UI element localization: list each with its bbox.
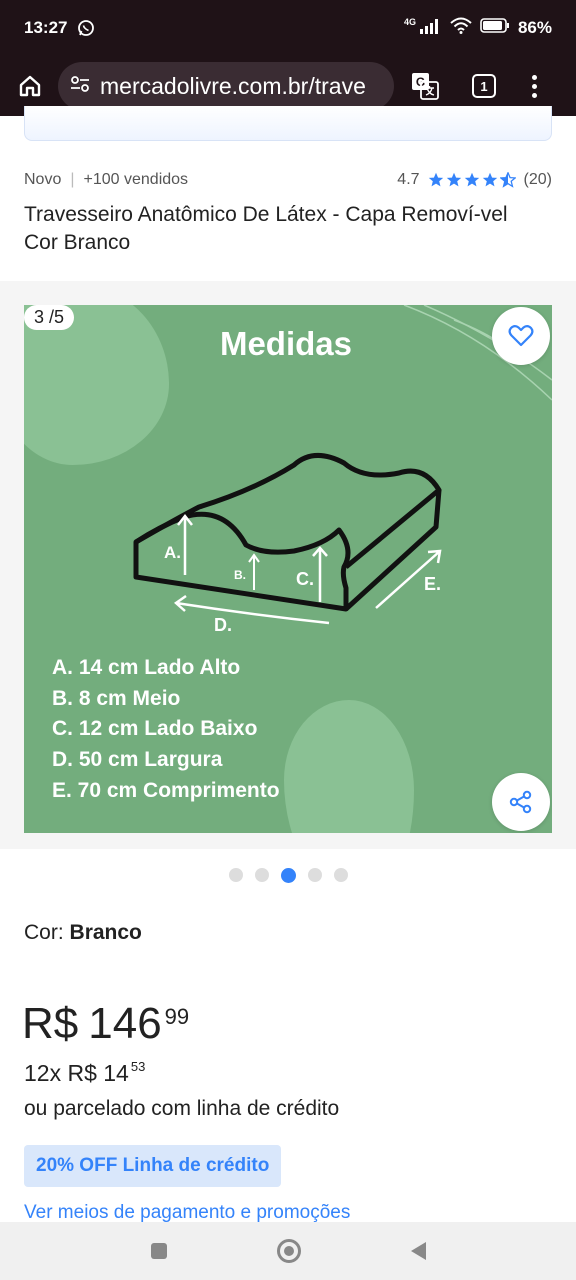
star-icon [464, 172, 479, 187]
pagination-dot[interactable] [333, 868, 348, 882]
label-d: D. [214, 615, 232, 635]
battery-level: 86% [517, 18, 552, 37]
gallery-section: 3 /5 Medidas A. B. C. D. E. A. 14 cm Lad… [0, 281, 576, 849]
product-meta: Novo | +100 vendidos 4.7 (20) [24, 171, 552, 189]
price-cents: 99 [164, 1004, 190, 1029]
measure-item: C. 12 cm Lado Baixo [52, 717, 258, 741]
star-icon [482, 172, 497, 187]
half-star-icon [499, 172, 516, 188]
installment-amount: 12x R$ 14 [24, 1060, 129, 1086]
pagination-dot[interactable] [228, 868, 243, 882]
price: R$ 146 99 [22, 1002, 554, 1050]
favorite-button[interactable] [492, 307, 550, 365]
color-value: Branco [69, 921, 142, 944]
price-amount: 146 [88, 999, 162, 1048]
color-label: Cor: [24, 921, 64, 944]
system-navigation-bar [0, 1222, 576, 1280]
recents-button[interactable] [150, 1243, 167, 1259]
tab-switcher-button[interactable]: 1 [472, 74, 496, 98]
price-currency: R$ [22, 999, 79, 1048]
product-page: Novo | +100 vendidos 4.7 (20) Travesseir… [0, 106, 576, 1224]
star-icon [428, 172, 443, 187]
top-card-edge [24, 106, 552, 141]
measure-item: B. 8 cm Meio [52, 686, 181, 710]
translate-button[interactable]: G [410, 71, 440, 101]
url-text[interactable]: mercadolivre.com.br/trave [100, 73, 366, 100]
payment-methods-link[interactable]: Ver meios de pagamento e promoções [24, 1202, 552, 1224]
product-image-carousel[interactable]: 3 /5 Medidas A. B. C. D. E. A. 14 cm Lad… [24, 305, 552, 833]
credit-discount-badge: 20% OFF Linha de crédito [24, 1145, 282, 1187]
clock: 13:27 [24, 18, 68, 37]
carousel-pagination [0, 868, 576, 884]
status-bar: 13:27 4G 86% [0, 0, 576, 56]
credit-text: ou parcelado com linha de crédito [24, 1097, 340, 1120]
color-selector: Cor: Branco [24, 921, 552, 945]
review-count: (20) [523, 171, 552, 188]
measures-list: A. 14 cm Lado Alto B. 8 cm Meio C. 12 cm… [52, 653, 280, 807]
back-button[interactable] [410, 1242, 426, 1260]
measure-item: A. 14 cm Lado Alto [52, 656, 241, 679]
label-e: E. [424, 574, 441, 594]
home-nav-button[interactable] [276, 1239, 301, 1263]
share-icon [509, 790, 532, 814]
condition-label: Novo [24, 171, 62, 188]
site-settings-icon[interactable] [70, 75, 90, 98]
star-rating-icons [428, 172, 516, 188]
measure-item: E. 70 cm Comprimento [52, 778, 280, 802]
pagination-dot-active[interactable] [280, 868, 296, 883]
installment-cents: 53 [130, 1059, 146, 1074]
wifi-icon [450, 17, 472, 39]
home-icon [19, 75, 41, 97]
measure-item: D. 50 cm Largura [52, 748, 223, 772]
label-c: C. [296, 569, 314, 589]
home-button[interactable] [12, 68, 48, 104]
pagination-dot[interactable] [254, 868, 269, 882]
label-a: A. [164, 543, 181, 562]
whatsapp-icon [77, 19, 95, 37]
installments: 12x R$ 14 53 [24, 1059, 552, 1087]
battery-icon [480, 18, 510, 38]
rating-value: 4.7 [397, 171, 420, 188]
network-type: 4G [403, 17, 416, 27]
sold-count: +100 vendidos [83, 171, 189, 188]
rating[interactable]: 4.7 (20) [397, 171, 552, 189]
product-title: Travesseiro Anatômico De Látex - Capa Re… [24, 203, 508, 254]
signal-icon [419, 18, 442, 39]
pagination-dot[interactable] [307, 868, 322, 882]
share-button[interactable] [492, 773, 550, 831]
address-bar[interactable]: mercadolivre.com.br/trave [58, 62, 394, 110]
label-b: B. [234, 568, 246, 582]
star-icon [446, 172, 461, 187]
browser-menu-button[interactable] [530, 74, 538, 98]
translate-icon: G [412, 73, 439, 100]
heart-icon [508, 325, 534, 347]
